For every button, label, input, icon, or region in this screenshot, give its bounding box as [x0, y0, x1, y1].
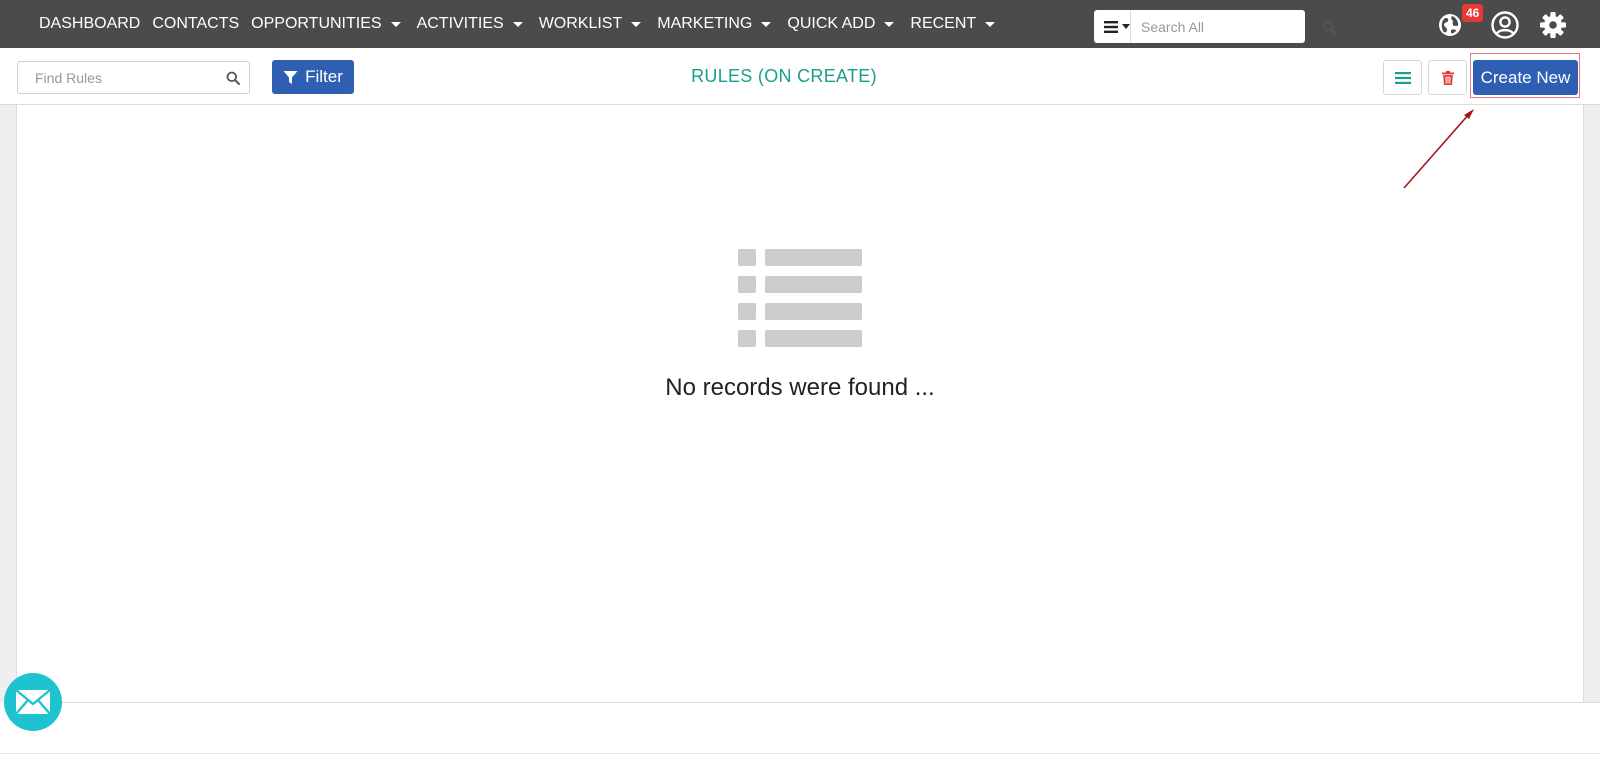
global-search — [1094, 10, 1336, 43]
gear-icon — [1540, 12, 1566, 38]
globe-icon — [1439, 14, 1461, 36]
annotation-arrow — [1403, 109, 1474, 189]
notification-count-badge: 46 — [1462, 4, 1484, 22]
nav-item-quick-add[interactable]: QUICK ADD — [787, 15, 898, 33]
find-rules-search-button[interactable] — [216, 71, 249, 85]
nav-item-contacts[interactable]: CONTACTS — [152, 15, 239, 33]
user-profile-button[interactable] — [1488, 8, 1522, 42]
top-navigation-bar: DASHBOARD CONTACTS OPPORTUNITIES ACTIVIT… — [0, 0, 1600, 48]
nav-item-label: QUICK ADD — [787, 15, 876, 32]
nav-item-label: CONTACTS — [152, 15, 240, 32]
panel-bottom-border — [62, 702, 1600, 703]
nav-item-label: ACTIVITIES — [416, 15, 504, 32]
page-bottom-border — [0, 753, 1600, 754]
caret-down-icon — [390, 21, 401, 27]
filter-icon — [283, 70, 298, 84]
nav-item-label: MARKETING — [657, 15, 753, 32]
list-icon — [1394, 71, 1411, 84]
nav-item-label: OPPORTUNITIES — [251, 15, 382, 32]
settings-button[interactable] — [1536, 8, 1570, 42]
top-right-icons: 46 — [1432, 4, 1570, 42]
caret-down-icon — [631, 21, 642, 27]
nav-item-label: DASHBOARD — [39, 15, 141, 32]
search-icon — [226, 71, 240, 85]
nav-item-dashboard[interactable]: DASHBOARD — [39, 15, 140, 33]
create-new-button-label: Create New — [1480, 67, 1571, 87]
delete-button[interactable] — [1428, 60, 1467, 95]
caret-down-icon — [884, 21, 895, 27]
nav-item-label: WORKLIST — [538, 15, 623, 32]
trash-icon — [1441, 70, 1454, 85]
rules-list-panel — [18, 105, 1583, 703]
filter-button[interactable]: Filter — [272, 60, 354, 94]
find-rules-input[interactable] — [18, 62, 216, 93]
caret-down-icon — [512, 21, 523, 27]
nav-item-recent[interactable]: RECENT — [910, 15, 999, 33]
nav-item-label: RECENT — [910, 15, 977, 32]
caret-down-icon — [985, 21, 996, 27]
nav-item-activities[interactable]: ACTIVITIES — [417, 15, 527, 33]
caret-down-icon — [1122, 24, 1130, 29]
filter-button-label: Filter — [305, 67, 343, 86]
caret-down-icon — [761, 21, 772, 27]
nav-item-opportunities[interactable]: OPPORTUNITIES — [251, 15, 404, 33]
right-gutter — [1583, 105, 1600, 703]
mail-icon — [15, 689, 51, 715]
page-title: RULES (ON CREATE) — [691, 66, 877, 86]
search-icon — [1322, 20, 1336, 34]
rules-toolbar: Filter RULES (ON CREATE) Create New — [0, 48, 1600, 105]
global-search-input[interactable] — [1131, 10, 1322, 43]
hamburger-icon — [1104, 20, 1118, 33]
global-search-button[interactable] — [1322, 20, 1336, 34]
create-new-button[interactable]: Create New — [1473, 60, 1578, 95]
find-rules-box — [17, 61, 250, 94]
nav-menu: DASHBOARD CONTACTS OPPORTUNITIES ACTIVIT… — [39, 0, 1011, 48]
search-scope-dropdown[interactable] — [1094, 10, 1131, 43]
user-circle-icon — [1491, 11, 1519, 39]
nav-item-worklist[interactable]: WORKLIST — [539, 15, 646, 33]
empty-list-icon — [738, 249, 862, 347]
nav-item-marketing[interactable]: MARKETING — [657, 15, 775, 33]
list-view-button[interactable] — [1383, 60, 1422, 95]
empty-state-message: No records were found ... — [665, 374, 935, 401]
left-gutter — [0, 105, 17, 703]
mail-floating-button[interactable] — [4, 673, 62, 731]
notifications-button[interactable]: 46 — [1432, 4, 1484, 42]
